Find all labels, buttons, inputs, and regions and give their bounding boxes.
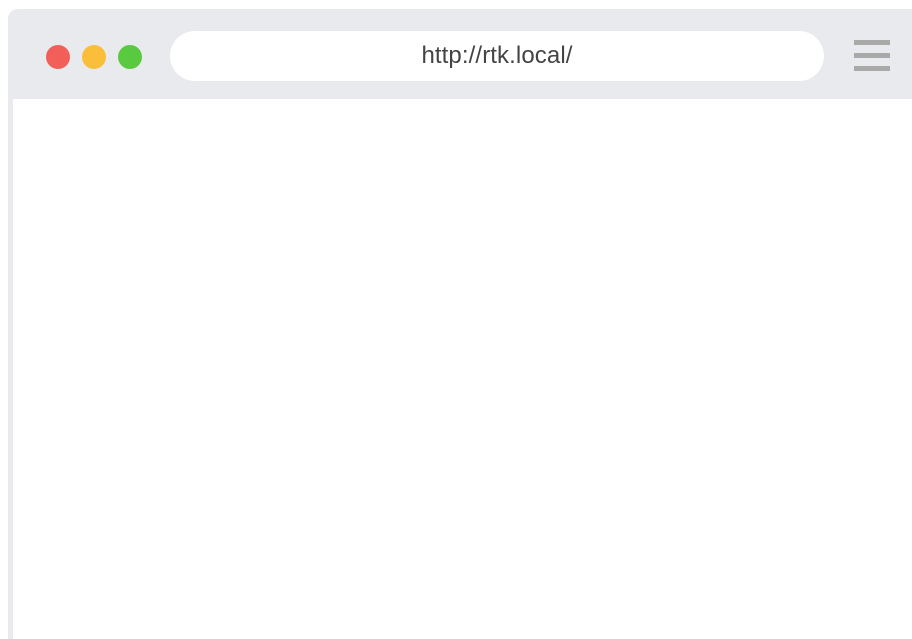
menu-line xyxy=(854,66,890,71)
hamburger-menu-icon[interactable] xyxy=(854,40,890,72)
minimize-window-button[interactable] xyxy=(82,45,106,69)
browser-title-bar: http://rtk.local/ xyxy=(8,9,912,99)
browser-window: http://rtk.local/ xyxy=(8,9,912,639)
menu-line xyxy=(854,53,890,58)
page-viewport xyxy=(13,99,912,639)
menu-line xyxy=(854,40,890,45)
address-bar[interactable]: http://rtk.local/ xyxy=(170,31,824,81)
maximize-window-button[interactable] xyxy=(118,45,142,69)
address-url-text: http://rtk.local/ xyxy=(421,42,573,69)
close-window-button[interactable] xyxy=(46,45,70,69)
